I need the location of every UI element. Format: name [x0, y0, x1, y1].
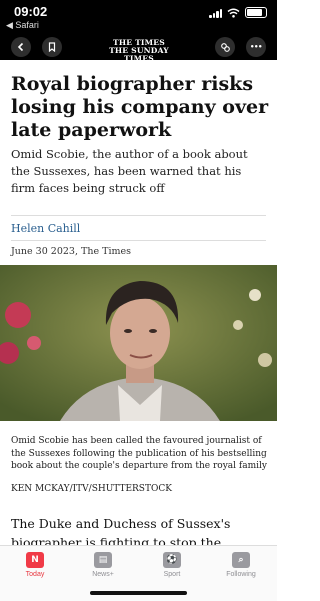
signal-icon [209, 8, 222, 18]
bookmark-button[interactable] [42, 37, 62, 57]
back-button[interactable] [11, 37, 31, 57]
tab-label: Following [226, 571, 256, 578]
bookmark-icon [48, 42, 56, 52]
chevron-left-icon [17, 42, 24, 52]
tab-following[interactable]: ⌕ Following [211, 552, 271, 578]
photo-credit: KEN MCKAY/ITV/SHUTTERSTOCK [11, 484, 172, 494]
tab-today[interactable]: N Today [5, 552, 65, 578]
status-bar: 09:02 ◀ Safari [0, 0, 277, 34]
divider [11, 215, 266, 216]
status-time: 09:02 [14, 4, 48, 19]
tab-sport[interactable]: ⚽ Sport [142, 552, 202, 578]
battery-icon [245, 7, 267, 18]
back-to-app-link[interactable]: ◀ Safari [6, 20, 39, 31]
article-standfirst: Omid Scobie, the author of a book about … [11, 147, 248, 195]
sport-icon: ⚽ [163, 552, 181, 568]
tab-label: Sport [163, 571, 181, 578]
search-icon: ⌕ [232, 552, 250, 568]
article-headline: Royal biographer risks losing his compan… [11, 73, 269, 141]
wifi-icon [227, 8, 240, 18]
tab-label: Today [25, 571, 45, 578]
tab-news-plus[interactable]: ▤ News+ [73, 552, 133, 578]
article-photo[interactable] [0, 265, 277, 421]
news-icon: N [26, 552, 44, 568]
more-button[interactable]: ••• [246, 37, 266, 57]
share-icon [220, 42, 230, 52]
masthead-line-sunday-times: THE SUNDAY TIMES [109, 46, 169, 63]
masthead-logo: THE TIMES THE SUNDAY TIMES [102, 39, 176, 63]
divider [11, 240, 266, 241]
share-button[interactable] [215, 37, 235, 57]
status-icons [209, 7, 267, 18]
tab-label: News+ [92, 571, 114, 578]
photo-caption: Omid Scobie has been called the favoured… [11, 436, 267, 471]
news-plus-icon: ▤ [94, 552, 112, 568]
home-indicator[interactable] [90, 591, 187, 595]
article-dateline: June 30 2023, The Times [11, 246, 131, 257]
nav-bar: THE TIMES THE SUNDAY TIMES ••• [0, 34, 277, 63]
portrait-image [0, 265, 277, 421]
author-link[interactable]: Helen Cahill [11, 222, 80, 235]
tab-bar: N Today ▤ News+ ⚽ Sport ⌕ Following [0, 545, 277, 601]
